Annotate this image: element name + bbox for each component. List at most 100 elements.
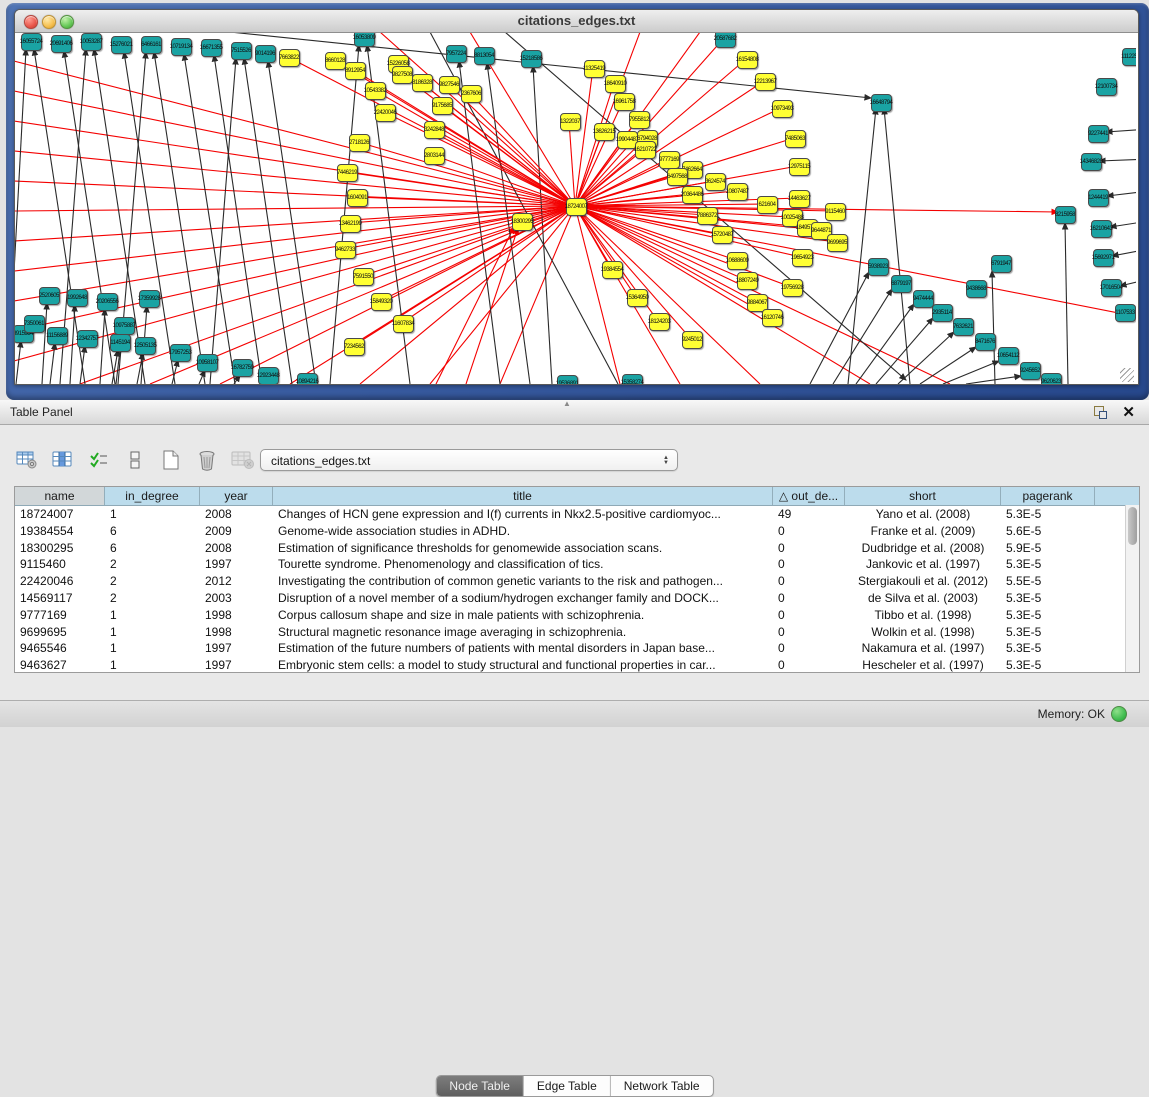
- graph-node[interactable]: 7663822: [279, 49, 300, 67]
- new-column-icon[interactable]: [158, 448, 184, 472]
- graph-node[interactable]: 6879197: [891, 275, 912, 293]
- scrollbar-thumb[interactable]: [1128, 507, 1137, 545]
- graph-node[interactable]: 16154808: [737, 51, 758, 69]
- graph-node[interactable]: 8660128: [325, 52, 346, 70]
- graph-node[interactable]: 16961758: [614, 93, 635, 111]
- graph-node[interactable]: 10973493: [772, 100, 793, 118]
- graph-node[interactable]: 9438668: [966, 280, 987, 298]
- graph-node[interactable]: 5938923: [868, 258, 889, 276]
- graph-node[interactable]: 6497568: [667, 168, 688, 186]
- graph-node[interactable]: 7591550: [353, 268, 374, 286]
- graph-node[interactable]: 2367606: [461, 85, 482, 103]
- graph-node[interactable]: 15849320: [371, 293, 392, 311]
- graph-node[interactable]: 11122570: [1122, 48, 1137, 66]
- table-row[interactable]: 1938455462009Genome-wide association stu…: [15, 523, 1139, 540]
- graph-node[interactable]: 1107533: [1115, 304, 1136, 322]
- table-row[interactable]: 1456911722003Disruption of a novel membe…: [15, 590, 1139, 607]
- graph-node[interactable]: 9115460: [825, 203, 846, 221]
- graph-node[interactable]: 7955812: [629, 111, 650, 129]
- graph-node[interactable]: 10975887: [114, 317, 135, 335]
- graph-node[interactable]: 15218586: [521, 50, 542, 68]
- graph-node[interactable]: 15720487: [712, 226, 733, 244]
- graph-node[interactable]: 12213967: [755, 73, 776, 91]
- graph-node[interactable]: 18300295: [512, 213, 533, 231]
- table-row[interactable]: 911546021997Tourette syndrome. Phenomeno…: [15, 556, 1139, 573]
- graph-node[interactable]: 1145194: [110, 334, 131, 352]
- graph-node[interactable]: 17359928: [139, 290, 160, 308]
- graph-node[interactable]: 1992648: [67, 289, 88, 307]
- graph-node[interactable]: 2718126: [349, 134, 370, 152]
- graph-node[interactable]: 10807487: [727, 183, 748, 201]
- column-header-out_de[interactable]: △ out_de...: [773, 487, 845, 505]
- graph-node[interactable]: 14463627: [789, 190, 810, 208]
- table-row[interactable]: 1830029562008Estimation of significance …: [15, 540, 1139, 557]
- graph-node[interactable]: 22420046: [375, 104, 396, 122]
- graph-node[interactable]: 19654923: [792, 249, 813, 267]
- close-panel-icon[interactable]: ✕: [1122, 403, 1135, 421]
- graph-node[interactable]: 18807249: [737, 272, 758, 290]
- graph-node[interactable]: 16210722: [635, 141, 656, 159]
- graph-node[interactable]: 15692971: [1093, 249, 1114, 267]
- graph-node[interactable]: 18124203: [649, 313, 670, 331]
- zoom-button[interactable]: [60, 15, 74, 29]
- graph-node[interactable]: 9827546: [439, 76, 460, 94]
- tab-network-table[interactable]: Network Table: [610, 1076, 713, 1096]
- graph-node[interactable]: 11156889: [47, 327, 68, 345]
- graph-node[interactable]: 11607834: [393, 315, 414, 333]
- graph-node[interactable]: 7350061: [24, 315, 45, 333]
- graph-node[interactable]: 7886372: [697, 207, 718, 225]
- graph-node[interactable]: 12342757: [77, 330, 98, 348]
- graph-node[interactable]: 10053287: [81, 33, 102, 51]
- graph-node[interactable]: 13626215: [594, 123, 615, 141]
- graph-node[interactable]: 8813054: [474, 47, 495, 65]
- merge-rows-icon[interactable]: [122, 448, 148, 472]
- graph-node[interactable]: 16210643: [1091, 220, 1112, 238]
- graph-node[interactable]: 16120746: [762, 309, 783, 327]
- column-header-year[interactable]: year: [200, 487, 273, 505]
- graph-node[interactable]: 16053809: [354, 33, 375, 47]
- graph-node[interactable]: 9777169: [659, 151, 680, 169]
- graph-node[interactable]: 10894216: [297, 373, 318, 384]
- table-settings-icon[interactable]: [14, 448, 40, 472]
- graph-node[interactable]: 17957253: [170, 344, 191, 362]
- close-button[interactable]: [24, 15, 38, 29]
- graph-node[interactable]: 20691406: [51, 35, 72, 53]
- graph-node[interactable]: 17016504: [1101, 279, 1122, 297]
- graph-node[interactable]: 15358274: [622, 374, 643, 384]
- graph-node[interactable]: 9699695: [827, 234, 848, 252]
- graph-node[interactable]: 621604: [757, 196, 778, 214]
- graph-node[interactable]: 7515526: [231, 42, 252, 60]
- graph-node[interactable]: 7234562: [344, 338, 365, 356]
- graph-node[interactable]: 20206556: [97, 293, 118, 311]
- graph-node[interactable]: 2520605: [39, 287, 60, 305]
- graph-node[interactable]: 2935114: [932, 304, 953, 322]
- graph-node[interactable]: 9827508: [392, 66, 413, 84]
- table-row[interactable]: 977716911998Corpus callosum shape and si…: [15, 607, 1139, 624]
- graph-node[interactable]: 7446219: [337, 164, 358, 182]
- table-row[interactable]: 969969511998Structural magnetic resonanc…: [15, 624, 1139, 641]
- graph-node[interactable]: 15276021: [111, 36, 132, 54]
- graph-node[interactable]: 7485063: [785, 130, 806, 148]
- vertical-scrollbar[interactable]: [1125, 505, 1139, 672]
- table-row[interactable]: 2242004622012Investigating the contribut…: [15, 573, 1139, 590]
- graph-node[interactable]: 19536891: [557, 375, 578, 384]
- graph-node[interactable]: 9014196: [255, 45, 276, 63]
- graph-node[interactable]: 12100734: [1096, 78, 1117, 96]
- graph-node[interactable]: 8471676: [975, 333, 996, 351]
- memory-ok-indicator[interactable]: [1111, 706, 1127, 722]
- minimize-button[interactable]: [42, 15, 56, 29]
- graph-node[interactable]: 18724007: [566, 198, 587, 216]
- graph-node[interactable]: 10719134: [171, 38, 192, 56]
- graph-node[interactable]: 9462733: [335, 241, 356, 259]
- canvas-resize-grip[interactable]: [1120, 368, 1134, 382]
- delete-column-icon[interactable]: [194, 448, 220, 472]
- graph-node[interactable]: 12923448: [258, 367, 279, 384]
- graph-node[interactable]: 9245012: [682, 331, 703, 349]
- graph-node[interactable]: 6791947: [991, 255, 1012, 273]
- graph-node[interactable]: 10543382: [365, 82, 386, 100]
- table-selector-dropdown[interactable]: citations_edges.txt ▲▼: [260, 449, 678, 471]
- window-titlebar[interactable]: citations_edges.txt: [15, 10, 1138, 33]
- column-header-pagerank[interactable]: pagerank: [1001, 487, 1095, 505]
- graph-node[interactable]: 18640910: [605, 75, 626, 93]
- tab-edge-table[interactable]: Edge Table: [523, 1076, 610, 1096]
